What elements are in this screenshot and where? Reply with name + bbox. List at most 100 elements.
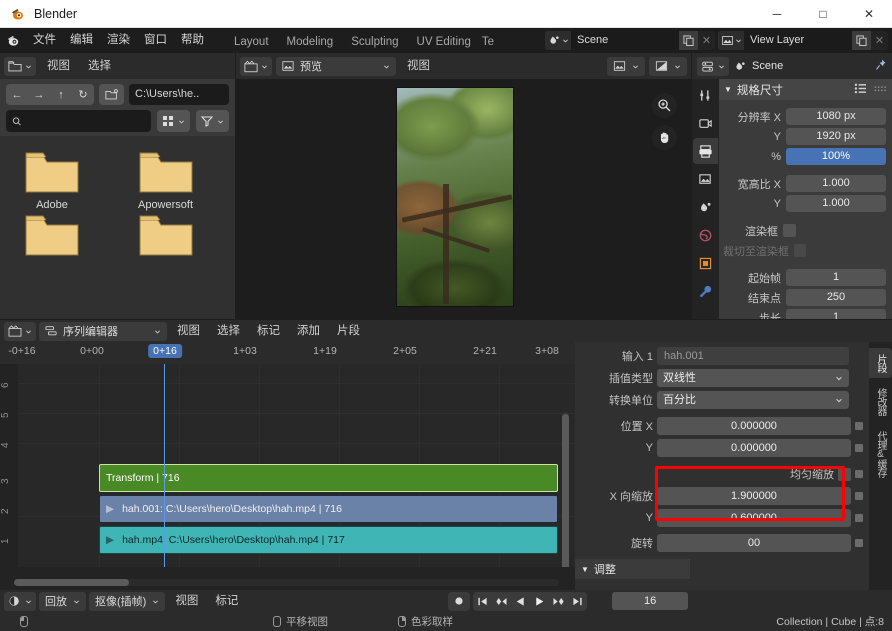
dimensions-panel-header[interactable]: ▼ 规格尺寸 — [719, 79, 892, 100]
tool-icon[interactable] — [693, 82, 718, 108]
sequencer-strip-hah001[interactable]: ▶ hah.001: C:\Users\hero\Desktop\hah.mp4… — [99, 495, 558, 523]
refresh-icon[interactable]: ↻ — [72, 84, 94, 105]
sequencer-horizontal-scrollbar[interactable] — [14, 579, 559, 586]
file-item[interactable]: Adobe — [10, 150, 94, 211]
frame-step-value[interactable]: 1 — [786, 309, 886, 319]
back-arrow-icon[interactable]: ← — [6, 84, 28, 105]
display-mode-button[interactable] — [157, 110, 190, 132]
playhead[interactable] — [164, 364, 165, 567]
scale-y-animate-dot[interactable] — [855, 514, 863, 522]
sequencer-ruler[interactable]: -0+16 0+00 0+16 1+03 1+19 2+05 2+21 3+08 — [0, 342, 575, 364]
rotation-animate-dot[interactable] — [855, 539, 863, 547]
position-x-value[interactable]: 0.000000 — [657, 417, 851, 435]
scene-icon[interactable] — [545, 31, 571, 50]
frame-start-value[interactable]: 1 — [786, 269, 886, 286]
file-browser-icon[interactable] — [4, 57, 36, 76]
scene-selector[interactable]: Scene ✕ — [545, 31, 715, 50]
sequencer-strip-transform[interactable]: Transform | 716 — [99, 464, 558, 492]
menu-edit[interactable]: 编辑 — [63, 28, 100, 53]
view-layer-selector[interactable]: View Layer ✕ — [718, 31, 888, 50]
frame-end-value[interactable]: 250 — [786, 289, 886, 306]
position-x-animate-dot[interactable] — [855, 422, 863, 430]
preview-canvas[interactable] — [236, 79, 691, 319]
pin-icon[interactable] — [874, 58, 887, 74]
sequencer-editor-icon[interactable] — [240, 57, 272, 76]
jump-to-end-icon[interactable] — [568, 592, 587, 611]
preview-menu-view[interactable]: 视图 — [400, 53, 437, 79]
render-icon[interactable] — [693, 110, 718, 136]
properties-editor-icon[interactable] — [697, 57, 729, 76]
fb-menu-view[interactable]: 视图 — [40, 53, 77, 79]
filter-button[interactable] — [196, 110, 229, 132]
sidebar-tab-modifiers[interactable]: 修改器 — [869, 382, 892, 421]
menu-help[interactable]: 帮助 — [174, 28, 211, 53]
seq-menu-view[interactable]: 视图 — [170, 320, 207, 342]
fb-menu-select[interactable]: 选择 — [81, 53, 118, 79]
current-frame-field[interactable]: 16 — [612, 592, 688, 610]
scale-x-value[interactable]: 1.900000 — [657, 487, 851, 505]
sequencer-strip-hahmp4[interactable]: ▶ hah.mp4: C:\Users\hero\Desktop\hah.mp4… — [99, 526, 558, 554]
record-icon[interactable] — [448, 592, 470, 611]
scale-x-animate-dot[interactable] — [855, 492, 863, 500]
seq-menu-strip[interactable]: 片段 — [330, 320, 367, 342]
timeline-editor-icon[interactable] — [4, 592, 36, 611]
current-frame-indicator[interactable]: 0+16 — [148, 344, 182, 358]
aspect-x-value[interactable]: 1.000 — [786, 175, 886, 192]
zoom-icon[interactable] — [652, 93, 677, 118]
timeline-menu-marker[interactable]: 标记 — [208, 590, 245, 612]
output-icon[interactable] — [693, 138, 718, 164]
duplicate-icon[interactable] — [679, 31, 698, 50]
file-item[interactable]: Apowersoft — [124, 150, 208, 211]
image-overlay-icon[interactable] — [649, 57, 687, 76]
aspect-y-value[interactable]: 1.000 — [786, 195, 886, 212]
seq-menu-add[interactable]: 添加 — [290, 320, 327, 342]
scene-icon[interactable] — [693, 194, 718, 220]
path-input[interactable]: C:\Users\he.. — [129, 84, 229, 105]
menu-file[interactable]: 文件 — [26, 28, 63, 53]
render-region-checkbox[interactable] — [783, 224, 796, 237]
preview-mode-dropdown[interactable]: 预览 — [276, 57, 396, 76]
view-layer-icon[interactable] — [718, 31, 744, 50]
world-icon[interactable] — [693, 222, 718, 248]
hand-pan-icon[interactable] — [652, 125, 677, 150]
search-text-field[interactable] — [27, 115, 145, 127]
new-folder-icon[interactable] — [99, 84, 124, 105]
x-icon[interactable]: ✕ — [698, 31, 715, 50]
modifier-wrench-icon[interactable] — [693, 278, 718, 304]
rotation-value[interactable]: 00 — [657, 534, 851, 552]
preset-list-icon[interactable] — [854, 83, 867, 97]
translation-unit-dropdown[interactable]: 百分比 — [657, 391, 849, 409]
timeline-menu-view[interactable]: 视图 — [168, 590, 205, 612]
forward-arrow-icon[interactable]: → — [28, 84, 50, 105]
interpolation-dropdown[interactable]: 双线性 — [657, 369, 849, 387]
scene-name[interactable]: Scene — [571, 31, 679, 50]
play-reverse-icon[interactable] — [511, 592, 530, 611]
duplicate-icon[interactable] — [852, 31, 871, 50]
blender-menu-icon[interactable] — [0, 33, 26, 48]
sequencer-mode-dropdown[interactable]: 序列编辑器 — [39, 322, 167, 341]
playback-dropdown[interactable]: 回放 — [39, 592, 86, 611]
resolution-y-value[interactable]: 1920 px — [786, 128, 886, 145]
object-icon[interactable] — [693, 250, 718, 276]
adjust-subpanel-header[interactable]: ▼ 调整 — [575, 559, 690, 579]
x-icon[interactable]: ✕ — [871, 31, 888, 50]
triangle-down-icon[interactable]: ▼ — [724, 85, 732, 94]
sidebar-tab-strip[interactable]: 片段 — [869, 348, 892, 378]
menu-window[interactable]: 窗口 — [137, 28, 174, 53]
input-1-value[interactable]: hah.001 — [657, 347, 849, 365]
prev-keyframe-icon[interactable] — [492, 592, 511, 611]
uniform-scale-animate-dot[interactable] — [855, 470, 863, 478]
position-y-animate-dot[interactable] — [855, 444, 863, 452]
view-layer-icon[interactable] — [693, 166, 718, 192]
jump-to-start-icon[interactable] — [473, 592, 492, 611]
sequencer-vertical-scrollbar[interactable] — [562, 412, 569, 567]
minimize-button[interactable]: ─ — [754, 0, 800, 28]
sequencer-timeline-canvas[interactable]: 6 5 4 3 2 1 Transform | 716 ▶ hah.00 — [0, 364, 575, 567]
view-layer-name[interactable]: View Layer — [744, 31, 852, 50]
sidebar-tab-proxy-cache[interactable]: 代理&缓存 — [869, 425, 892, 483]
position-y-value[interactable]: 0.000000 — [657, 439, 851, 457]
tab-modeling[interactable]: Modeling — [278, 31, 343, 53]
close-button[interactable]: ✕ — [846, 0, 892, 28]
up-arrow-icon[interactable]: ↑ — [50, 84, 72, 105]
tab-texture-paint[interactable]: Te — [480, 31, 496, 53]
